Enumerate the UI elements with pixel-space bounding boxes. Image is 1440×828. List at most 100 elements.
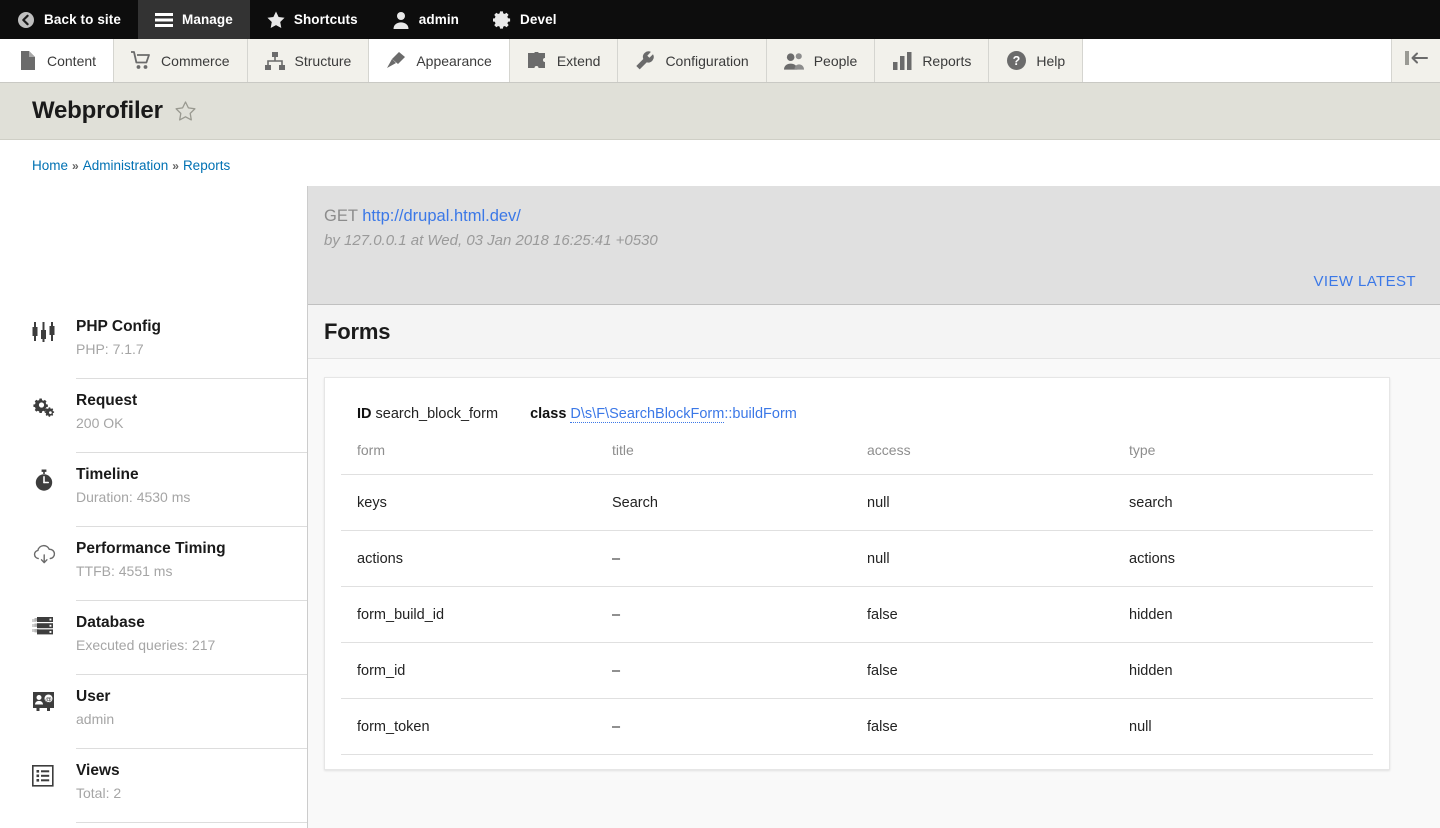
sidebar-item-subtitle: Total: 2 xyxy=(76,784,307,803)
cell-form: form_id xyxy=(341,643,596,699)
sidebar-item-text: Database Executed queries: 217 xyxy=(76,601,307,675)
sidebar-item-title: Database xyxy=(76,613,307,634)
sidebar-item-title: User xyxy=(76,687,307,708)
user-icon xyxy=(392,11,410,29)
column-header-type: type xyxy=(1113,436,1373,475)
cell-title: – xyxy=(596,587,851,643)
sidebar-item-request[interactable]: Request 200 OK xyxy=(0,379,307,453)
sidebar-item-subtitle: 200 OK xyxy=(76,414,307,433)
star-outline-icon[interactable] xyxy=(175,101,196,121)
form-meta: ID search_block_form class D\s\F\SearchB… xyxy=(341,396,1373,436)
menu-item-content-label: Content xyxy=(47,53,96,69)
cell-type: hidden xyxy=(1113,587,1373,643)
sidebar-item-text: Timeline Duration: 4530 ms xyxy=(76,453,307,527)
menu-item-appearance[interactable]: Appearance xyxy=(369,39,510,82)
admin-toolbar: Back to site Manage Shortcuts admin Deve xyxy=(0,0,1440,39)
cell-form: form_token xyxy=(341,699,596,755)
menu-item-reports-label: Reports xyxy=(922,53,971,69)
breadcrumb-item-home[interactable]: Home xyxy=(32,158,68,173)
view-latest-link[interactable]: VIEW LATEST xyxy=(1314,273,1416,290)
cell-type: hidden xyxy=(1113,643,1373,699)
sidebar-item-text: Views Total: 2 xyxy=(76,749,307,823)
sidebar-item-title: Timeline xyxy=(76,465,307,486)
sidebar-item-subtitle: Executed queries: 217 xyxy=(76,636,307,655)
menu-item-commerce-label: Commerce xyxy=(161,53,229,69)
menu-item-structure[interactable]: Structure xyxy=(248,39,370,82)
request-summary-panel: GET http://drupal.html.dev/ by 127.0.0.1… xyxy=(308,186,1440,305)
table-row: form_id – false hidden xyxy=(341,643,1373,699)
toolbar-devel[interactable]: Devel xyxy=(476,0,574,39)
sidebar-top-spacer xyxy=(0,186,307,305)
cell-access: false xyxy=(851,699,1113,755)
cell-form: form_build_id xyxy=(341,587,596,643)
cloud-download-icon xyxy=(32,527,76,565)
page-title: Webprofiler xyxy=(32,97,163,125)
file-icon xyxy=(17,51,37,71)
request-url-link[interactable]: http://drupal.html.dev/ xyxy=(362,207,521,225)
menu-item-help-label: Help xyxy=(1036,53,1065,69)
cell-form: keys xyxy=(341,475,596,531)
form-class-method: ::buildForm xyxy=(724,406,797,422)
toolbar-shortcuts[interactable]: Shortcuts xyxy=(250,0,375,39)
breadcrumb: Home»Administration»Reports xyxy=(0,140,1440,180)
column-header-title: title xyxy=(596,436,851,475)
panel-body: ID search_block_form class D\s\F\SearchB… xyxy=(308,359,1440,828)
database-icon xyxy=(32,601,76,639)
cell-access: null xyxy=(851,531,1113,587)
sitemap-icon xyxy=(265,51,285,71)
column-header-access: access xyxy=(851,436,1113,475)
sidebar-item-title: Views xyxy=(76,761,307,782)
toolbar-back-to-site[interactable]: Back to site xyxy=(0,0,138,39)
menu-item-extend[interactable]: Extend xyxy=(510,39,619,82)
sidebar-item-title: PHP Config xyxy=(76,317,307,338)
back-arrow-icon xyxy=(17,11,35,29)
menu-item-help[interactable]: ? Help xyxy=(989,39,1083,82)
question-circle-icon: ? xyxy=(1006,51,1026,71)
menu-item-people[interactable]: People xyxy=(767,39,876,82)
toolbar-manage[interactable]: Manage xyxy=(138,0,250,39)
sidebar-item-text: Request 200 OK xyxy=(76,379,307,453)
form-class-label: class xyxy=(530,406,566,422)
sidebar-item-php-config[interactable]: PHP Config PHP: 7.1.7 xyxy=(0,305,307,379)
sidebar-item-database[interactable]: Database Executed queries: 217 xyxy=(0,601,307,675)
table-header-row: form title access type xyxy=(341,436,1373,475)
cell-title: – xyxy=(596,699,851,755)
forms-card: ID search_block_form class D\s\F\SearchB… xyxy=(324,377,1390,770)
sidebar-item-views[interactable]: Views Total: 2 xyxy=(0,749,307,823)
breadcrumb-item-reports[interactable]: Reports xyxy=(183,158,230,173)
toolbar-user-label: admin xyxy=(419,12,459,27)
page-title-bar: Webprofiler xyxy=(0,83,1440,140)
cart-icon xyxy=(131,51,151,71)
menu-item-content[interactable]: Content xyxy=(0,39,114,82)
list-icon xyxy=(32,749,76,787)
request-meta: by 127.0.0.1 at Wed, 03 Jan 2018 16:25:4… xyxy=(324,232,1408,249)
menu-item-reports[interactable]: Reports xyxy=(875,39,989,82)
toolbar-shortcuts-label: Shortcuts xyxy=(294,12,358,27)
paintbrush-icon xyxy=(386,51,406,71)
menu-item-people-label: People xyxy=(814,53,858,69)
menu-item-commerce[interactable]: Commerce xyxy=(114,39,247,82)
id-badge-icon: @ xyxy=(32,675,76,713)
toolbar-orientation-toggle[interactable] xyxy=(1392,39,1440,82)
hamburger-icon xyxy=(155,11,173,29)
vertical-orientation-icon xyxy=(1403,50,1429,71)
toolbar-back-to-site-label: Back to site xyxy=(44,12,121,27)
breadcrumb-item-administration[interactable]: Administration xyxy=(83,158,169,173)
panel-header: Forms xyxy=(308,305,1440,359)
cell-title: Search xyxy=(596,475,851,531)
form-class-link[interactable]: D\s\F\SearchBlockForm xyxy=(570,406,724,423)
form-id-label: ID xyxy=(357,406,372,422)
sidebar-item-performance-timing[interactable]: Performance Timing TTFB: 4551 ms xyxy=(0,527,307,601)
sidebar-item-text: User admin xyxy=(76,675,307,749)
forms-table: form title access type keys Search null xyxy=(341,436,1373,755)
puzzle-icon xyxy=(527,51,547,71)
toolbar-user-account[interactable]: admin xyxy=(375,0,476,39)
cell-form: actions xyxy=(341,531,596,587)
sidebar-item-user[interactable]: @ User admin xyxy=(0,675,307,749)
sidebar-item-timeline[interactable]: Timeline Duration: 4530 ms xyxy=(0,453,307,527)
request-line: GET http://drupal.html.dev/ xyxy=(324,204,1408,229)
sidebar-item-subtitle: Duration: 4530 ms xyxy=(76,488,307,507)
table-row: form_token – false null xyxy=(341,699,1373,755)
menu-item-configuration[interactable]: Configuration xyxy=(618,39,766,82)
menu-item-configuration-label: Configuration xyxy=(665,53,748,69)
